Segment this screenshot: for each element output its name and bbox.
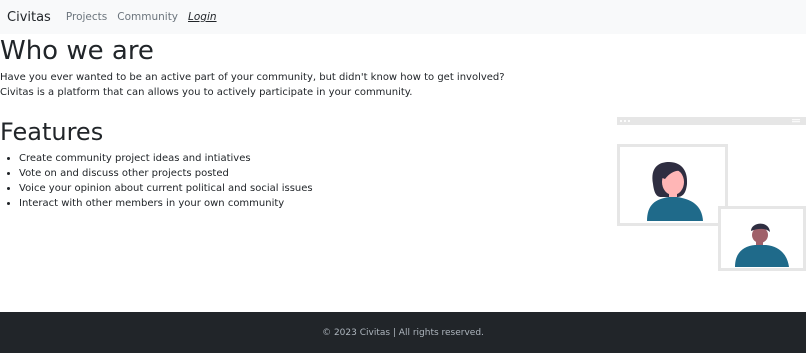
- window-dot: [627, 119, 631, 123]
- window-dot: [619, 119, 623, 123]
- window-dot: [623, 119, 627, 123]
- intro-text: Have you ever wanted to be an active par…: [0, 70, 505, 100]
- intro-line-2: Civitas is a platform that can allows yo…: [0, 87, 413, 98]
- brand-link[interactable]: Civitas: [7, 10, 51, 25]
- feature-item: Vote on and discuss other projects poste…: [19, 166, 313, 181]
- video-call-illustration: [617, 117, 806, 271]
- navbar: Civitas Projects Community Login: [0, 0, 806, 34]
- footer: © 2023 Civitas | All rights reserved.: [0, 312, 806, 353]
- feature-item: Create community project ideas and intia…: [19, 151, 313, 166]
- features-list: Create community project ideas and intia…: [19, 151, 313, 211]
- feature-item: Interact with other members in your own …: [19, 196, 313, 211]
- window-titlebar: [617, 117, 806, 125]
- feature-item: Voice your opinion about current politic…: [19, 181, 313, 196]
- who-we-are-heading: Who we are: [0, 36, 154, 66]
- features-heading: Features: [0, 118, 104, 146]
- window-menu-icon: [792, 121, 800, 123]
- copyright-text: © 2023 Civitas | All rights reserved.: [322, 327, 484, 338]
- nav-link-login[interactable]: Login: [188, 11, 217, 23]
- nav-link-community[interactable]: Community: [117, 11, 178, 23]
- intro-line-1: Have you ever wanted to be an active par…: [0, 72, 505, 83]
- nav-link-projects[interactable]: Projects: [66, 11, 107, 23]
- window-menu-icon: [792, 119, 800, 121]
